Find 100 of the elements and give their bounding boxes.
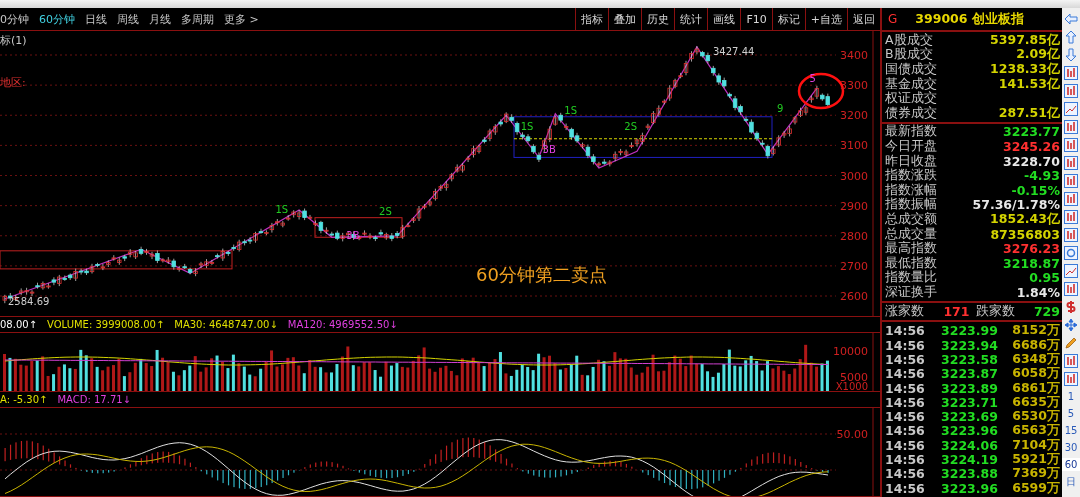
- breadth-label: 跌家数: [975, 302, 1015, 320]
- period-tab[interactable]: 60分钟: [39, 11, 75, 27]
- decliners-count: 729: [1033, 303, 1060, 319]
- macd-legend: A: -5.30↑: [0, 394, 48, 405]
- left-arrow-icon[interactable]: [1064, 12, 1078, 26]
- period-tab[interactable]: 周线: [117, 11, 139, 27]
- tick-volume: 6058万: [1012, 365, 1060, 382]
- chart-icon[interactable]: [1064, 66, 1078, 80]
- chart-icon[interactable]: [1064, 120, 1078, 134]
- tick-time: 14:56: [885, 409, 926, 425]
- down-arrow-icon[interactable]: [1064, 48, 1078, 62]
- tick-volume: 6686万: [1012, 336, 1060, 353]
- stat-label: 基金成交: [885, 75, 937, 91]
- period-button[interactable]: 1: [1062, 390, 1080, 403]
- tick-volume: 8152万: [1012, 322, 1060, 339]
- stat-value: 57.36/1.78%: [972, 197, 1060, 213]
- price-axis-label: 3000: [840, 169, 868, 183]
- price-axis-label: 3400: [840, 49, 868, 62]
- price-axis-label: 3200: [840, 109, 868, 123]
- volume-unit-label: X1000: [835, 381, 868, 391]
- stat-value: 0.95: [1029, 270, 1060, 286]
- chart-icon[interactable]: [1064, 138, 1078, 152]
- stat-label: 指数振幅: [885, 196, 937, 212]
- volume-axis-label: 5000: [840, 371, 868, 384]
- stat-label: 债券成交: [885, 104, 937, 122]
- tick-volume: 6563万: [1012, 422, 1060, 439]
- coin-icon[interactable]: [1064, 300, 1078, 314]
- stat-value: 87356803: [990, 226, 1060, 242]
- stat-label: 今日开盘: [885, 137, 937, 154]
- stat-label: 指数量比: [885, 269, 937, 285]
- chart-icon[interactable]: [1064, 156, 1078, 170]
- chart-icon[interactable]: [1064, 174, 1078, 188]
- chart-icon[interactable]: [1064, 354, 1078, 368]
- stat-value: 2.09亿: [1016, 46, 1060, 62]
- tick-time: 14:56: [885, 466, 926, 482]
- stat-value: 3276.23: [1003, 241, 1060, 257]
- period-tab[interactable]: 0分钟: [0, 11, 29, 27]
- circle-icon[interactable]: [1064, 246, 1078, 260]
- stat-label: 权证成交: [885, 90, 937, 106]
- tick-price: 3223.58: [941, 351, 999, 367]
- pencil-icon[interactable]: [1064, 336, 1078, 350]
- stat-label: 昨日收盘: [885, 152, 937, 168]
- region-label: 地区:: [0, 75, 26, 90]
- volume-axis-label: 10000: [833, 345, 868, 358]
- chart-icon[interactable]: [1064, 210, 1078, 224]
- tick-price: 3223.88: [941, 466, 999, 482]
- tick-time: 14:56: [885, 351, 926, 367]
- stat-value: 3223.77: [1003, 124, 1060, 140]
- period-button[interactable]: 5: [1062, 407, 1080, 420]
- stat-value: 3218.87: [1003, 255, 1060, 271]
- stat-value: 1238.33亿: [990, 61, 1060, 77]
- volume-legend: 08.00↑: [0, 319, 37, 330]
- stat-value: 1852.43亿: [990, 210, 1060, 228]
- chart-icon[interactable]: [1064, 282, 1078, 296]
- chart-icon[interactable]: [1064, 192, 1078, 206]
- tick-time: 14:56: [885, 380, 926, 396]
- tick-volume: 6530万: [1012, 408, 1060, 424]
- stat-value: 1.84%: [1016, 284, 1060, 300]
- period-tab[interactable]: 更多 >: [224, 11, 259, 27]
- line-chart-icon[interactable]: [1064, 102, 1078, 116]
- tick-volume: 5921万: [1012, 451, 1060, 467]
- up-arrow-icon[interactable]: [1064, 30, 1078, 44]
- tick-time: 14:56: [885, 366, 926, 382]
- period-button[interactable]: 60: [1062, 458, 1080, 471]
- price-axis-label: 2700: [840, 259, 868, 273]
- stat-value: 141.53亿: [998, 75, 1060, 93]
- chart-icon[interactable]: [1064, 84, 1078, 98]
- tick-price: 3223.99: [941, 323, 999, 339]
- period-tab[interactable]: 月线: [149, 11, 171, 27]
- tick-price: 3223.96: [941, 423, 999, 439]
- period-tab[interactable]: 多周期: [181, 11, 214, 27]
- move-icon[interactable]: [1064, 318, 1078, 332]
- period-button[interactable]: 日: [1062, 475, 1080, 488]
- chart-icon[interactable]: [1064, 372, 1078, 386]
- tick-volume: 6861万: [1012, 379, 1060, 396]
- signal-label: 5: [809, 73, 816, 85]
- period-button[interactable]: 15: [1062, 424, 1080, 437]
- stat-value: 3228.70: [1003, 153, 1060, 169]
- low-price-label: 2584.69: [8, 295, 50, 307]
- tick-price: 3224.19: [941, 452, 999, 467]
- tick-time: 14:56: [885, 337, 926, 353]
- tick-volume: 6348万: [1012, 350, 1060, 367]
- stat-label: 最低指数: [885, 254, 937, 270]
- macd-axis-label: 50.00: [836, 428, 868, 441]
- indicator-label: 标(1): [0, 33, 27, 48]
- signal-label: 2S: [379, 205, 392, 217]
- tick-time: 14:56: [885, 437, 926, 453]
- tick-time: 14:56: [885, 480, 926, 496]
- market-letter: G: [888, 12, 898, 26]
- line-chart-icon[interactable]: [1064, 264, 1078, 278]
- chart-icon[interactable]: [1064, 228, 1078, 242]
- tick-time: 14:56: [885, 394, 926, 410]
- tick-volume: 7369万: [1012, 465, 1060, 482]
- period-button[interactable]: 30: [1062, 441, 1080, 454]
- stat-label: 总成交量: [885, 225, 937, 241]
- period-tab[interactable]: 日线: [85, 11, 107, 27]
- stat-value: 5397.85亿: [990, 31, 1060, 47]
- signal-label: 2S: [624, 121, 637, 133]
- stat-label: 总成交额: [885, 210, 937, 227]
- advancers-count: 171: [943, 303, 970, 319]
